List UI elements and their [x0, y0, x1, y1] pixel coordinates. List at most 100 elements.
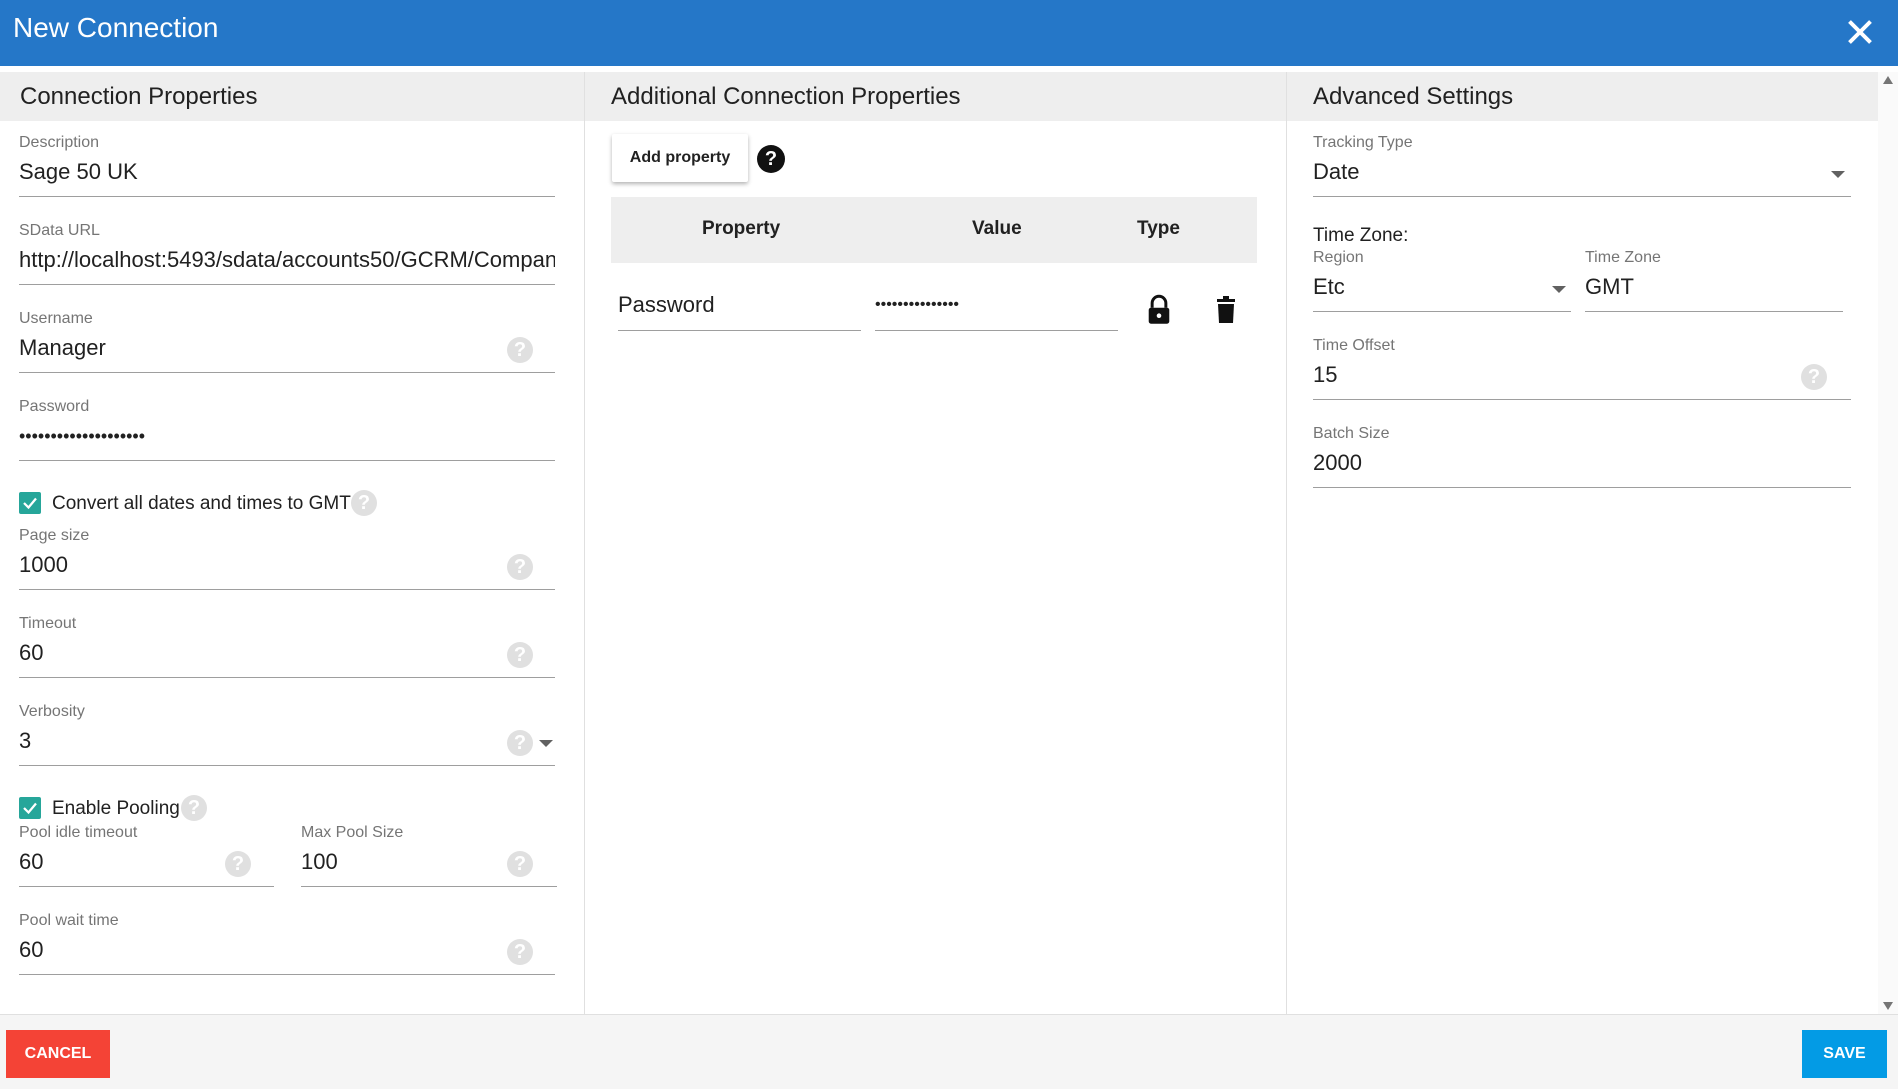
field-underline: [1313, 196, 1851, 197]
dialog-title: New Connection: [13, 12, 219, 43]
field-underline: [618, 330, 861, 331]
property-value-input[interactable]: •••••••••••••••: [875, 290, 1118, 360]
password-input[interactable]: ••••••••••••••••••••: [19, 426, 145, 447]
scroll-up-icon[interactable]: [1883, 76, 1893, 84]
timeout-label: Timeout: [19, 615, 77, 632]
help-icon[interactable]: ?: [507, 337, 533, 363]
property-value-value[interactable]: •••••••••••••••: [875, 296, 959, 314]
time-offset-input[interactable]: 15: [1313, 362, 1337, 388]
properties-table-header: Property Value Type: [611, 197, 1257, 263]
help-icon[interactable]: ?: [225, 851, 251, 877]
column-header-property: Property: [702, 218, 781, 239]
vertical-scrollbar[interactable]: [1878, 72, 1898, 1014]
field-underline: [19, 886, 274, 887]
add-property-button[interactable]: Add property: [612, 134, 748, 182]
field-underline: [19, 765, 555, 766]
password-field[interactable]: Password ••••••••••••••••••••: [19, 398, 555, 468]
batch-size-label: Batch Size: [1313, 425, 1390, 442]
dialog-titlebar: New Connection: [0, 0, 1898, 66]
property-name-input[interactable]: Password: [618, 290, 861, 360]
batch-size-input[interactable]: 2000: [1313, 450, 1362, 476]
advanced-settings-panel: Advanced Settings Tracking Type Date Tim…: [1287, 72, 1878, 1014]
close-icon[interactable]: [1842, 14, 1878, 50]
help-icon[interactable]: ?: [507, 730, 533, 756]
convert-gmt-checkbox[interactable]: [19, 492, 41, 514]
help-icon[interactable]: ?: [181, 795, 207, 821]
sdata-url-input[interactable]: http://localhost:5493/sdata/accounts50/G…: [19, 247, 555, 273]
connection-properties-header: Connection Properties: [0, 72, 584, 121]
advanced-settings-header: Advanced Settings: [1287, 72, 1878, 121]
cancel-button[interactable]: CANCEL: [6, 1030, 110, 1078]
help-icon[interactable]: ?: [351, 490, 377, 516]
pool-idle-timeout-label: Pool idle timeout: [19, 824, 138, 841]
timeout-field[interactable]: Timeout 60 ?: [19, 615, 555, 685]
lock-icon[interactable]: [1145, 294, 1173, 326]
verbosity-label: Verbosity: [19, 703, 85, 720]
field-underline: [19, 974, 555, 975]
page-size-field[interactable]: Page size 1000 ?: [19, 527, 555, 597]
field-underline: [19, 284, 555, 285]
chevron-down-icon[interactable]: [1831, 171, 1845, 178]
page-size-input[interactable]: 1000: [19, 552, 68, 578]
pool-idle-timeout-field[interactable]: Pool idle timeout 60 ?: [19, 824, 274, 894]
help-icon[interactable]: ?: [1801, 364, 1827, 390]
help-icon[interactable]: ?: [507, 939, 533, 965]
help-icon[interactable]: ?: [757, 145, 785, 173]
field-underline: [19, 589, 555, 590]
field-underline: [301, 886, 557, 887]
tracking-type-select[interactable]: Tracking Type Date: [1313, 134, 1851, 204]
time-zone-label: Time Zone: [1585, 249, 1661, 266]
help-icon[interactable]: ?: [507, 554, 533, 580]
enable-pooling-checkbox[interactable]: [19, 797, 41, 819]
sdata-url-label: SData URL: [19, 222, 100, 239]
region-select[interactable]: Region Etc: [1313, 249, 1571, 319]
pool-idle-timeout-input[interactable]: 60: [19, 849, 43, 875]
enable-pooling-label: Enable Pooling: [52, 798, 180, 819]
time-zone-field[interactable]: Time Zone GMT: [1585, 249, 1843, 319]
max-pool-size-input[interactable]: 100: [301, 849, 338, 875]
description-input[interactable]: Sage 50 UK: [19, 159, 549, 185]
field-underline: [1313, 399, 1851, 400]
field-underline: [19, 372, 555, 373]
max-pool-size-field[interactable]: Max Pool Size 100 ?: [301, 824, 557, 894]
field-underline: [19, 677, 555, 678]
sdata-url-field[interactable]: SData URL http://localhost:5493/sdata/ac…: [19, 222, 555, 292]
additional-properties-header: Additional Connection Properties: [585, 72, 1286, 121]
username-label: Username: [19, 310, 93, 327]
verbosity-value[interactable]: 3: [19, 728, 31, 754]
dialog-footer: CANCEL SAVE: [0, 1014, 1898, 1089]
section-title: Advanced Settings: [1313, 83, 1514, 110]
tracking-type-label: Tracking Type: [1313, 134, 1413, 151]
verbosity-select[interactable]: Verbosity 3 ?: [19, 703, 555, 773]
chevron-down-icon[interactable]: [1552, 286, 1566, 293]
pool-wait-time-input[interactable]: 60: [19, 937, 43, 963]
timeout-input[interactable]: 60: [19, 640, 43, 666]
property-name-value[interactable]: Password: [618, 292, 715, 318]
time-zone-heading: Time Zone:: [1313, 225, 1409, 246]
max-pool-size-label: Max Pool Size: [301, 824, 404, 841]
time-offset-field[interactable]: Time Offset 15 ?: [1313, 337, 1851, 407]
time-offset-label: Time Offset: [1313, 337, 1395, 354]
chevron-down-icon[interactable]: [539, 740, 553, 747]
page-size-label: Page size: [19, 527, 90, 544]
section-title: Connection Properties: [20, 83, 258, 110]
trash-icon[interactable]: [1214, 296, 1238, 324]
help-icon[interactable]: ?: [507, 642, 533, 668]
column-header-type: Type: [1137, 218, 1180, 239]
pool-wait-time-field[interactable]: Pool wait time 60 ?: [19, 912, 555, 982]
field-underline: [1313, 311, 1571, 312]
save-button[interactable]: SAVE: [1802, 1030, 1887, 1078]
password-label: Password: [19, 398, 90, 415]
username-input[interactable]: Manager: [19, 335, 106, 361]
description-label: Description: [19, 134, 100, 151]
time-zone-input[interactable]: GMT: [1585, 274, 1634, 300]
batch-size-field[interactable]: Batch Size 2000: [1313, 425, 1851, 495]
help-icon[interactable]: ?: [507, 851, 533, 877]
column-header-value: Value: [972, 218, 1022, 239]
username-field[interactable]: Username Manager ?: [19, 310, 555, 380]
field-underline: [19, 460, 555, 461]
scroll-down-icon[interactable]: [1883, 1002, 1893, 1010]
region-value[interactable]: Etc: [1313, 274, 1345, 300]
description-field[interactable]: Description Sage 50 UK: [19, 134, 555, 204]
tracking-type-value[interactable]: Date: [1313, 159, 1359, 185]
